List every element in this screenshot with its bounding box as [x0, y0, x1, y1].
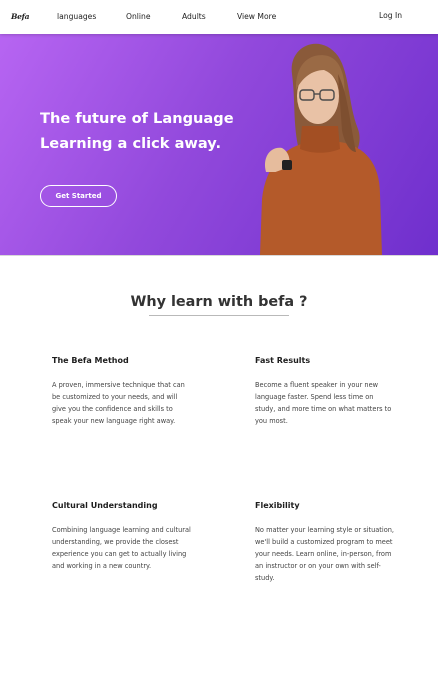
- nav-link-adults[interactable]: Adults: [182, 12, 206, 21]
- get-started-button[interactable]: Get Started: [40, 185, 117, 207]
- feature-fast-results: Fast Results Become a fluent speaker in …: [255, 356, 395, 427]
- feature-text: No matter your learning style or situati…: [255, 526, 395, 582]
- feature-text: Combining language learning and cultural…: [52, 526, 191, 570]
- top-navbar: Befa languages Online Adults View More L…: [0, 0, 438, 34]
- feature-title: Fast Results: [255, 356, 311, 365]
- feature-title: Flexibility: [255, 501, 300, 510]
- feature-title: Cultural Understanding: [52, 501, 158, 510]
- feature-title: The Befa Method: [52, 356, 129, 365]
- nav-link-languages[interactable]: languages: [57, 12, 96, 21]
- feature-flexibility: Flexibility No matter your learning styl…: [255, 501, 395, 584]
- nav-link-view-more[interactable]: View More: [237, 12, 276, 21]
- section-title: Why learn with befa ?: [130, 294, 308, 310]
- hero-banner: The future of Language Learning a click …: [0, 34, 438, 255]
- woman-portrait-image: [260, 43, 382, 255]
- feature-text: A proven, immersive technique that can b…: [52, 381, 185, 425]
- nav-link-online[interactable]: Online: [126, 12, 151, 21]
- hero-title: The future of Language Learning a click …: [40, 110, 234, 152]
- brand-logo[interactable]: Befa: [11, 12, 30, 21]
- feature-text: Become a fluent speaker in your new lang…: [255, 381, 392, 425]
- login-link[interactable]: Log In: [379, 11, 402, 20]
- section-title-underline: [149, 315, 289, 316]
- hero-divider: [0, 255, 438, 256]
- feature-cultural-understanding: Cultural Understanding Combining languag…: [52, 501, 192, 572]
- feature-befa-method: The Befa Method A proven, immersive tech…: [52, 356, 192, 427]
